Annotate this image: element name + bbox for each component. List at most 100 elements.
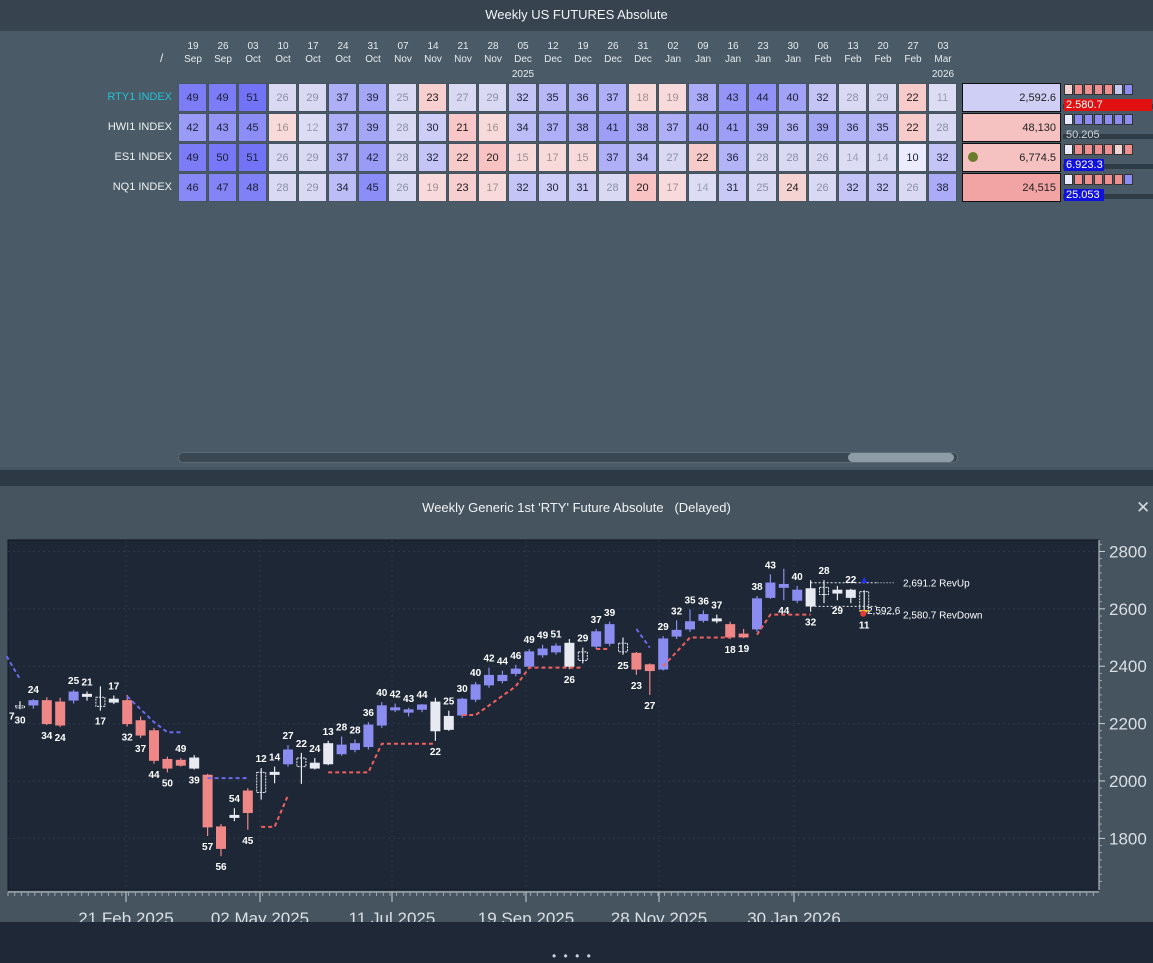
grid-cell[interactable]: 14 xyxy=(688,173,717,202)
candle-body[interactable] xyxy=(350,743,360,750)
candle-body[interactable] xyxy=(162,758,173,769)
grid-cell[interactable]: 43 xyxy=(208,113,237,142)
grid-cell[interactable]: 12 xyxy=(298,113,327,142)
grid-cell[interactable]: 45 xyxy=(238,113,267,142)
grid-cell[interactable]: 28 xyxy=(928,113,957,142)
candle-body[interactable] xyxy=(604,624,615,644)
candle-body[interactable] xyxy=(765,582,776,598)
grid-cell[interactable]: 10 xyxy=(898,143,927,172)
grid-cell[interactable]: 17 xyxy=(538,143,567,172)
grid-cell[interactable]: 27 xyxy=(448,83,477,112)
row-label-rty1-index[interactable]: RTY1 INDEX xyxy=(0,82,172,112)
grid-cell[interactable]: 37 xyxy=(328,113,357,142)
column-header[interactable]: 31 Dec xyxy=(628,40,658,66)
candle-body[interactable] xyxy=(443,715,454,730)
grid-cell[interactable]: 34 xyxy=(508,113,537,142)
grid-cell[interactable]: 20 xyxy=(628,173,657,202)
grid-cell[interactable]: 29 xyxy=(298,83,327,112)
grid-cell[interactable]: 28 xyxy=(598,173,627,202)
grid-cell[interactable]: 39 xyxy=(748,113,777,142)
candle-body[interactable] xyxy=(175,759,186,766)
column-header[interactable]: 28 Nov xyxy=(478,40,508,66)
column-header[interactable]: 03 Mar xyxy=(928,40,958,66)
column-header[interactable]: 30 Jan xyxy=(778,40,808,66)
last-price-box[interactable]: 48,130 xyxy=(962,113,1061,142)
grid-cell[interactable]: 32 xyxy=(808,83,837,112)
grid-cell[interactable]: 24 xyxy=(778,173,807,202)
grid-cell[interactable]: 27 xyxy=(658,143,687,172)
candle-body[interactable] xyxy=(738,633,749,638)
grid-cell[interactable]: 51 xyxy=(238,143,267,172)
grid-cell[interactable]: 37 xyxy=(328,83,357,112)
column-header[interactable]: 26 Dec xyxy=(598,40,628,66)
grid-cell[interactable]: 26 xyxy=(808,173,837,202)
grid-cell[interactable]: 26 xyxy=(268,83,297,112)
grid-cell[interactable]: 36 xyxy=(568,83,597,112)
candle-body[interactable] xyxy=(792,589,803,601)
grid-cell[interactable]: 26 xyxy=(808,143,837,172)
candle-body[interactable] xyxy=(390,707,401,711)
grid-cell[interactable]: 22 xyxy=(898,83,927,112)
grid-cell[interactable]: 14 xyxy=(868,143,897,172)
candle-body[interactable] xyxy=(122,700,133,725)
column-header[interactable]: 14 Nov xyxy=(418,40,448,66)
candle-body[interactable] xyxy=(269,771,280,775)
grid-cell[interactable]: 48 xyxy=(238,173,267,202)
grid-cell[interactable]: 47 xyxy=(208,173,237,202)
candle-body[interactable] xyxy=(778,583,789,588)
grid-cell[interactable]: 28 xyxy=(388,143,417,172)
grid-cell[interactable]: 32 xyxy=(838,173,867,202)
splitter-grip-icon[interactable]: • • • • xyxy=(552,949,593,963)
candle-body[interactable] xyxy=(82,693,92,697)
grid-cell[interactable]: 17 xyxy=(658,173,687,202)
candle-body[interactable] xyxy=(430,701,441,732)
grid-cell[interactable]: 38 xyxy=(628,113,657,142)
candle-body[interactable] xyxy=(283,749,293,765)
column-header[interactable]: 12 Dec xyxy=(538,40,568,66)
grid-cell[interactable]: 26 xyxy=(898,173,927,202)
column-header[interactable]: 09 Jan xyxy=(688,40,718,66)
grid-cell[interactable]: 49 xyxy=(208,83,237,112)
grid-cell[interactable]: 25 xyxy=(748,173,777,202)
panel-splitter[interactable]: • • • • xyxy=(0,470,1153,963)
candle-body[interactable] xyxy=(216,826,226,849)
candle-body[interactable] xyxy=(631,652,642,670)
candle-body[interactable] xyxy=(403,709,414,713)
grid-cell[interactable]: 16 xyxy=(268,113,297,142)
grid-cell[interactable]: 26 xyxy=(268,143,297,172)
column-header[interactable]: 20 Feb xyxy=(868,40,898,66)
grid-cell[interactable]: 15 xyxy=(508,143,537,172)
column-header[interactable]: 19 Dec xyxy=(568,40,598,66)
column-header[interactable]: 31 Oct xyxy=(358,40,388,66)
column-header[interactable]: 26 Sep xyxy=(208,40,238,66)
grid-cell[interactable]: 37 xyxy=(328,143,357,172)
candle-body[interactable] xyxy=(752,598,762,630)
column-header[interactable]: 13 Feb xyxy=(838,40,868,66)
grid-cell[interactable]: 35 xyxy=(538,83,567,112)
grid-cell[interactable]: 37 xyxy=(598,143,627,172)
column-header[interactable]: 23 Jan xyxy=(748,40,778,66)
horizontal-scrollbar[interactable] xyxy=(178,452,958,463)
grid-cell[interactable]: 37 xyxy=(538,113,567,142)
candle-body[interactable] xyxy=(845,589,856,598)
grid-cell[interactable]: 19 xyxy=(658,83,687,112)
column-header[interactable]: 17 Oct xyxy=(298,40,328,66)
grid-cell[interactable]: 38 xyxy=(928,173,957,202)
row-label-hwi1-index[interactable]: HWI1 INDEX xyxy=(0,112,172,142)
grid-cell[interactable]: 23 xyxy=(418,83,447,112)
candle-body[interactable] xyxy=(484,674,494,686)
grid-cell[interactable]: 26 xyxy=(388,173,417,202)
horizontal-scrollbar-thumb[interactable] xyxy=(848,453,954,462)
grid-cell[interactable]: 17 xyxy=(478,173,507,202)
column-header[interactable]: 07 Nov xyxy=(388,40,418,66)
candle-body[interactable] xyxy=(671,629,682,637)
candle-body[interactable] xyxy=(376,705,387,726)
grid-cell[interactable]: 36 xyxy=(778,113,807,142)
candle-body[interactable] xyxy=(510,668,521,674)
grid-cell[interactable]: 34 xyxy=(328,173,357,202)
candle-body[interactable] xyxy=(470,684,481,700)
grid-cell[interactable]: 18 xyxy=(628,83,657,112)
candle-body[interactable] xyxy=(497,674,508,682)
candle-body[interactable] xyxy=(363,724,374,748)
grid-cell[interactable]: 20 xyxy=(478,143,507,172)
